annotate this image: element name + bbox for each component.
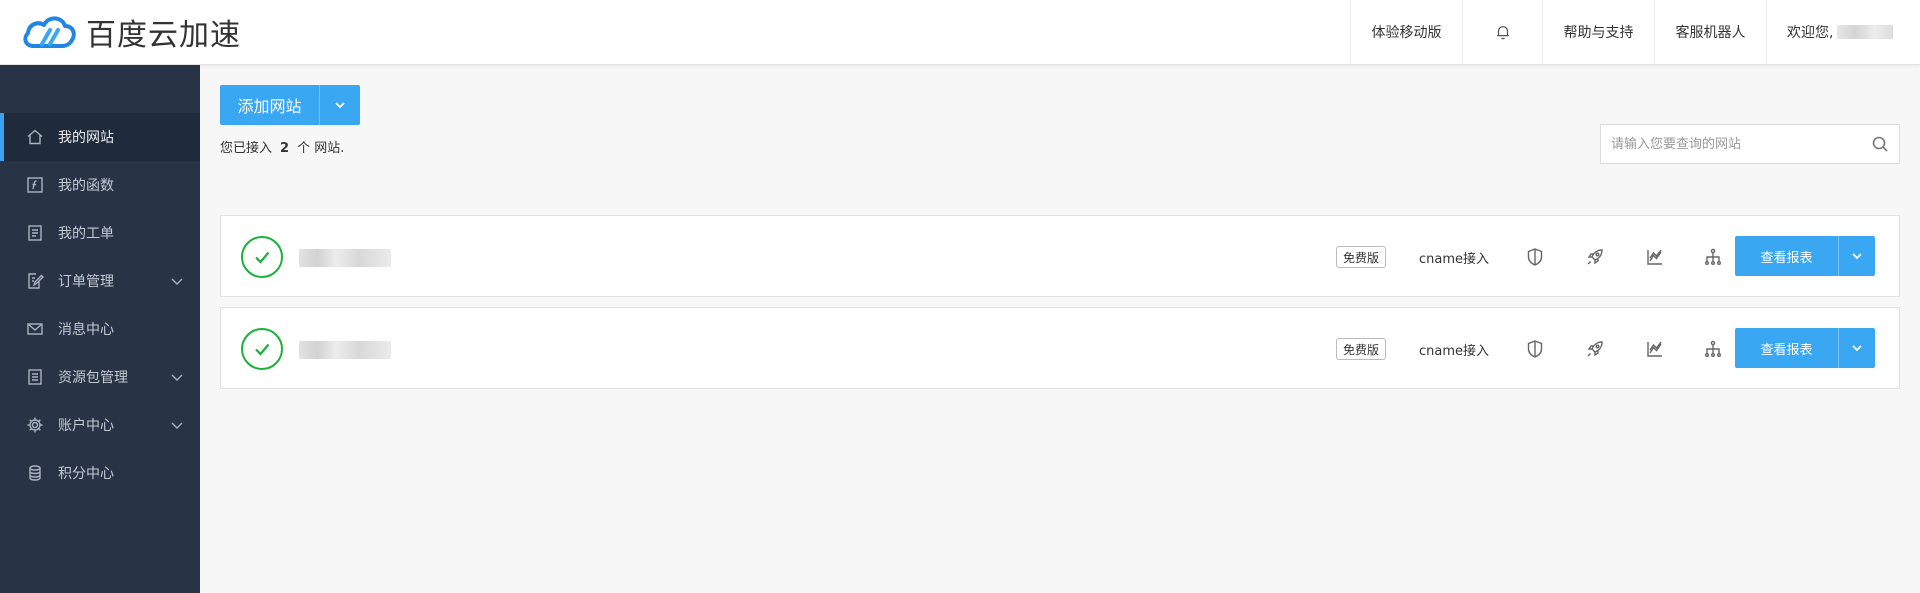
chevron-down-icon <box>1852 253 1862 260</box>
rocket-icon <box>1587 249 1603 265</box>
service-robot-link[interactable]: 客服机器人 <box>1654 0 1766 64</box>
report-button-group: 查看报表 <box>1735 328 1875 368</box>
rocket-icon <box>1587 341 1603 357</box>
acceleration-action[interactable] <box>1585 247 1605 267</box>
chevron-down-icon <box>171 422 183 429</box>
security-action[interactable] <box>1525 247 1545 267</box>
plan-badge: 免费版 <box>1336 246 1387 268</box>
access-type: cname接入 <box>1419 252 1490 267</box>
status-ok-indicator <box>241 328 283 370</box>
site-search-box <box>1600 124 1900 164</box>
view-report-button[interactable]: 查看报表 <box>1735 328 1839 368</box>
sidebar-menu: 我的网站 我的函数 我的工单 订单管理 消息中心 资源包管理 账户中心 积分中心 <box>0 113 200 497</box>
sidebar-item-my-tickets[interactable]: 我的工单 <box>0 209 200 257</box>
report-dropdown-button[interactable] <box>1839 236 1875 276</box>
access-type: cname接入 <box>1419 344 1490 359</box>
sidebar-item-label: 积分中心 <box>58 466 114 482</box>
sidebar-item-orders[interactable]: 订单管理 <box>0 257 200 305</box>
chart-icon <box>1647 341 1662 357</box>
security-action[interactable] <box>1525 339 1545 359</box>
sitemap-icon <box>1705 248 1721 265</box>
report-dropdown-button[interactable] <box>1839 328 1875 368</box>
site-domain-redacted[interactable] <box>299 341 391 359</box>
gear-icon <box>27 417 43 433</box>
add-site-dropdown-button[interactable] <box>320 85 360 125</box>
sidebar-item-label: 账户中心 <box>58 418 114 434</box>
count-suffix: 个 网站. <box>297 141 345 156</box>
sitemap-icon <box>1705 340 1721 357</box>
header-nav: 体验移动版 帮助与支持 客服机器人 欢迎您, <box>1350 0 1920 64</box>
sidebar-item-label: 我的工单 <box>58 226 114 242</box>
sidebar: 我的网站 我的函数 我的工单 订单管理 消息中心 资源包管理 账户中心 积分中心 <box>0 65 200 593</box>
status-ok-indicator <box>241 236 283 278</box>
sidebar-item-packages[interactable]: 资源包管理 <box>0 353 200 401</box>
sidebar-item-label: 订单管理 <box>58 274 114 290</box>
statistics-action[interactable] <box>1645 247 1665 267</box>
sidebar-item-label: 消息中心 <box>58 322 114 338</box>
mobile-version-link[interactable]: 体验移动版 <box>1350 0 1462 64</box>
check-icon <box>255 343 270 356</box>
main-content: 添加网站 您已接入 2 个 网站. 免费版 cname接入 查看报表 <box>200 65 1920 593</box>
site-search-input[interactable] <box>1601 126 1861 162</box>
shield-icon <box>1527 248 1543 266</box>
add-site-button-group: 添加网站 <box>220 85 360 125</box>
logo[interactable]: 百度云加速 <box>20 10 241 54</box>
package-icon <box>28 369 42 385</box>
count-prefix: 您已接入 <box>220 141 273 156</box>
welcome-text: 欢迎您, <box>1787 25 1834 41</box>
origin-config-action[interactable] <box>1703 339 1723 359</box>
sidebar-item-label: 资源包管理 <box>58 370 128 386</box>
chevron-down-icon <box>171 278 183 285</box>
plan-badge: 免费版 <box>1336 338 1387 360</box>
help-support-link[interactable]: 帮助与支持 <box>1542 0 1654 64</box>
origin-config-action[interactable] <box>1703 247 1723 267</box>
chevron-down-icon <box>171 374 183 381</box>
acceleration-action[interactable] <box>1585 339 1605 359</box>
order-icon <box>28 273 44 289</box>
username-redacted <box>1837 25 1894 39</box>
sidebar-item-messages[interactable]: 消息中心 <box>0 305 200 353</box>
sidebar-item-my-functions[interactable]: 我的函数 <box>0 161 200 209</box>
bell-icon <box>1496 25 1509 40</box>
top-header: 百度云加速 体验移动版 帮助与支持 客服机器人 欢迎您, <box>0 0 1920 65</box>
shield-icon <box>1527 340 1543 358</box>
cloud-logo-icon <box>23 16 76 48</box>
site-count-text: 您已接入 2 个 网站. <box>220 137 344 156</box>
sidebar-item-my-sites[interactable]: 我的网站 <box>0 113 200 161</box>
statistics-action[interactable] <box>1645 339 1665 359</box>
report-button-group: 查看报表 <box>1735 236 1875 276</box>
view-report-button[interactable]: 查看报表 <box>1735 236 1839 276</box>
user-menu[interactable]: 欢迎您, <box>1766 0 1920 64</box>
search-icon[interactable] <box>1871 135 1889 153</box>
home-icon <box>27 129 43 145</box>
sidebar-item-account[interactable]: 账户中心 <box>0 401 200 449</box>
sidebar-item-label: 我的函数 <box>58 178 114 194</box>
site-row: 免费版 cname接入 查看报表 <box>220 307 1900 389</box>
site-domain-redacted[interactable] <box>299 249 391 267</box>
site-count-number: 2 <box>280 141 290 156</box>
site-row: 免费版 cname接入 查看报表 <box>220 215 1900 297</box>
add-site-button[interactable]: 添加网站 <box>220 85 320 125</box>
app-title: 百度云加速 <box>86 18 241 53</box>
sidebar-item-label: 我的网站 <box>58 130 114 146</box>
function-icon <box>27 177 43 193</box>
chevron-down-icon <box>335 102 345 109</box>
mail-icon <box>27 323 43 335</box>
sidebar-item-points[interactable]: 积分中心 <box>0 449 200 497</box>
chart-icon <box>1647 249 1662 265</box>
chevron-down-icon <box>1852 345 1862 352</box>
notification-button[interactable] <box>1462 0 1542 64</box>
check-icon <box>255 251 270 264</box>
ticket-icon <box>28 225 42 241</box>
database-icon <box>29 465 41 481</box>
